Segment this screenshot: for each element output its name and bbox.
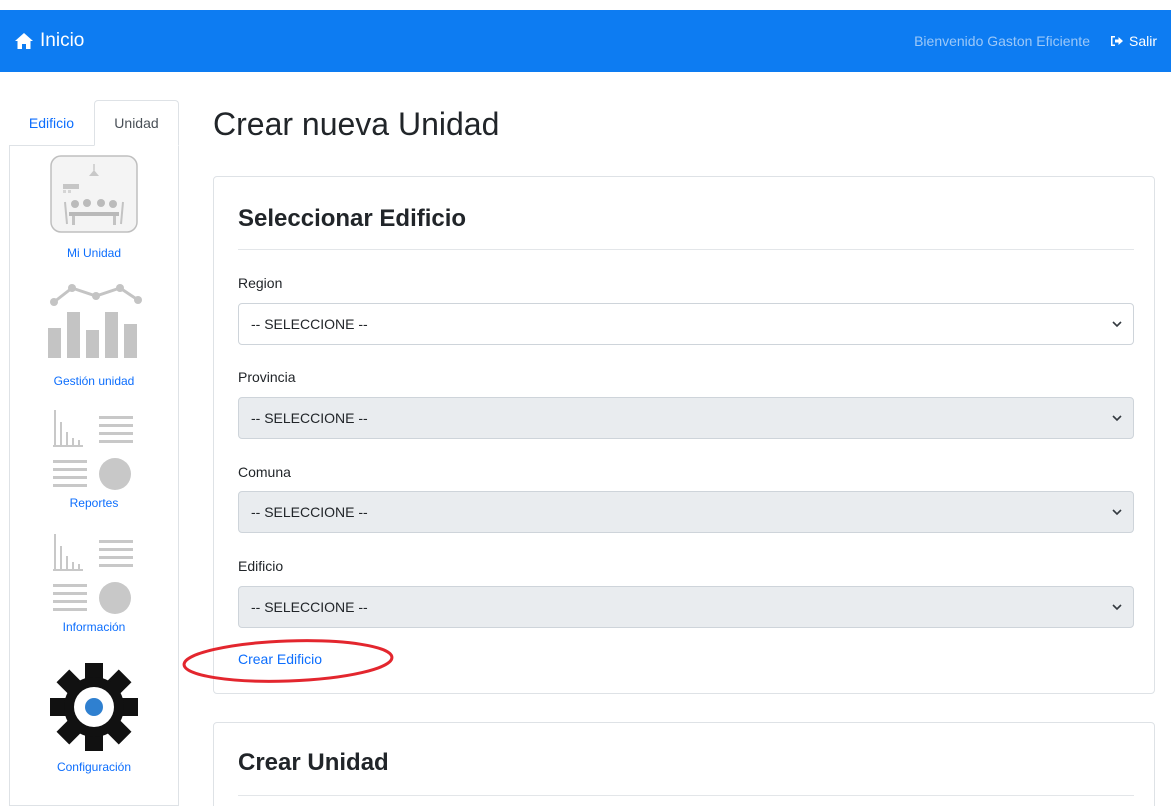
annotation-ellipse (182, 639, 394, 683)
welcome-text: Bienvenido Gaston Eficiente (914, 33, 1090, 49)
sidebar-tabs: Edificio Unidad (9, 100, 179, 146)
reports-icon (53, 410, 133, 490)
edificio-label: Edificio (238, 558, 284, 574)
comuna-label: Comuna (238, 464, 291, 480)
region-label: Region (238, 275, 283, 291)
region-select-value: -- SELECCIONE -- (251, 316, 368, 332)
chevron-down-icon (1112, 604, 1122, 611)
gear-icon (50, 663, 138, 751)
sidebar-item-label: Gestión unidad (53, 374, 135, 388)
top-navbar: Inicio Bienvenido Gaston Eficiente Salir (0, 10, 1171, 72)
sidebar-panel: Mi Unidad Gestión unidad Reportes Inform… (9, 146, 179, 806)
tab-edificio[interactable]: Edificio (9, 100, 94, 146)
logout-icon (1110, 36, 1123, 46)
meeting-room-icon (50, 155, 138, 233)
sidebar-item-configuracion[interactable]: Configuración (10, 662, 178, 774)
sidebar-item-label: Configuración (56, 760, 132, 774)
chevron-down-icon (1112, 509, 1122, 516)
sidebar-item-informacion[interactable]: Información (10, 530, 178, 634)
sidebar-item-gestion-unidad[interactable]: Gestión unidad (10, 280, 178, 388)
sidebar-item-mi-unidad[interactable]: Mi Unidad (10, 154, 178, 260)
sidebar-item-label: Reportes (69, 496, 119, 510)
sidebar-item-label: Información (62, 620, 126, 634)
comuna-select[interactable]: -- SELECCIONE -- (238, 491, 1134, 533)
card-divider (238, 249, 1134, 250)
provincia-select[interactable]: -- SELECCIONE -- (238, 397, 1134, 439)
card-title: Seleccionar Edificio (238, 205, 467, 232)
bar-line-chart-icon (48, 284, 142, 358)
home-link-label: Inicio (40, 30, 85, 51)
card-title: Crear Unidad (238, 749, 389, 776)
info-report-icon (53, 534, 133, 614)
card-divider (238, 795, 1134, 796)
page-title: Crear nueva Unidad (213, 106, 500, 142)
home-icon (15, 33, 33, 49)
home-link[interactable]: Inicio (14, 30, 84, 52)
provincia-select-value: -- SELECCIONE -- (251, 410, 368, 426)
edificio-select[interactable]: -- SELECCIONE -- (238, 586, 1134, 628)
sidebar: Edificio Unidad Mi Unidad Gestión unidad… (9, 100, 179, 806)
edificio-select-value: -- SELECCIONE -- (251, 599, 368, 615)
region-select[interactable]: -- SELECCIONE -- (238, 303, 1134, 345)
provincia-label: Provincia (238, 369, 296, 385)
sidebar-item-label: Mi Unidad (66, 246, 122, 260)
sidebar-item-reportes[interactable]: Reportes (10, 406, 178, 510)
create-unit-card: Crear Unidad (213, 722, 1155, 806)
chevron-down-icon (1112, 415, 1122, 422)
logout-label: Salir (1128, 33, 1157, 49)
tab-unidad[interactable]: Unidad (93, 100, 179, 146)
select-building-card: Seleccionar Edificio Region -- SELECCION… (213, 176, 1155, 694)
logout-button[interactable]: Salir (1110, 33, 1157, 49)
chevron-down-icon (1112, 321, 1122, 328)
comuna-select-value: -- SELECCIONE -- (251, 504, 368, 520)
